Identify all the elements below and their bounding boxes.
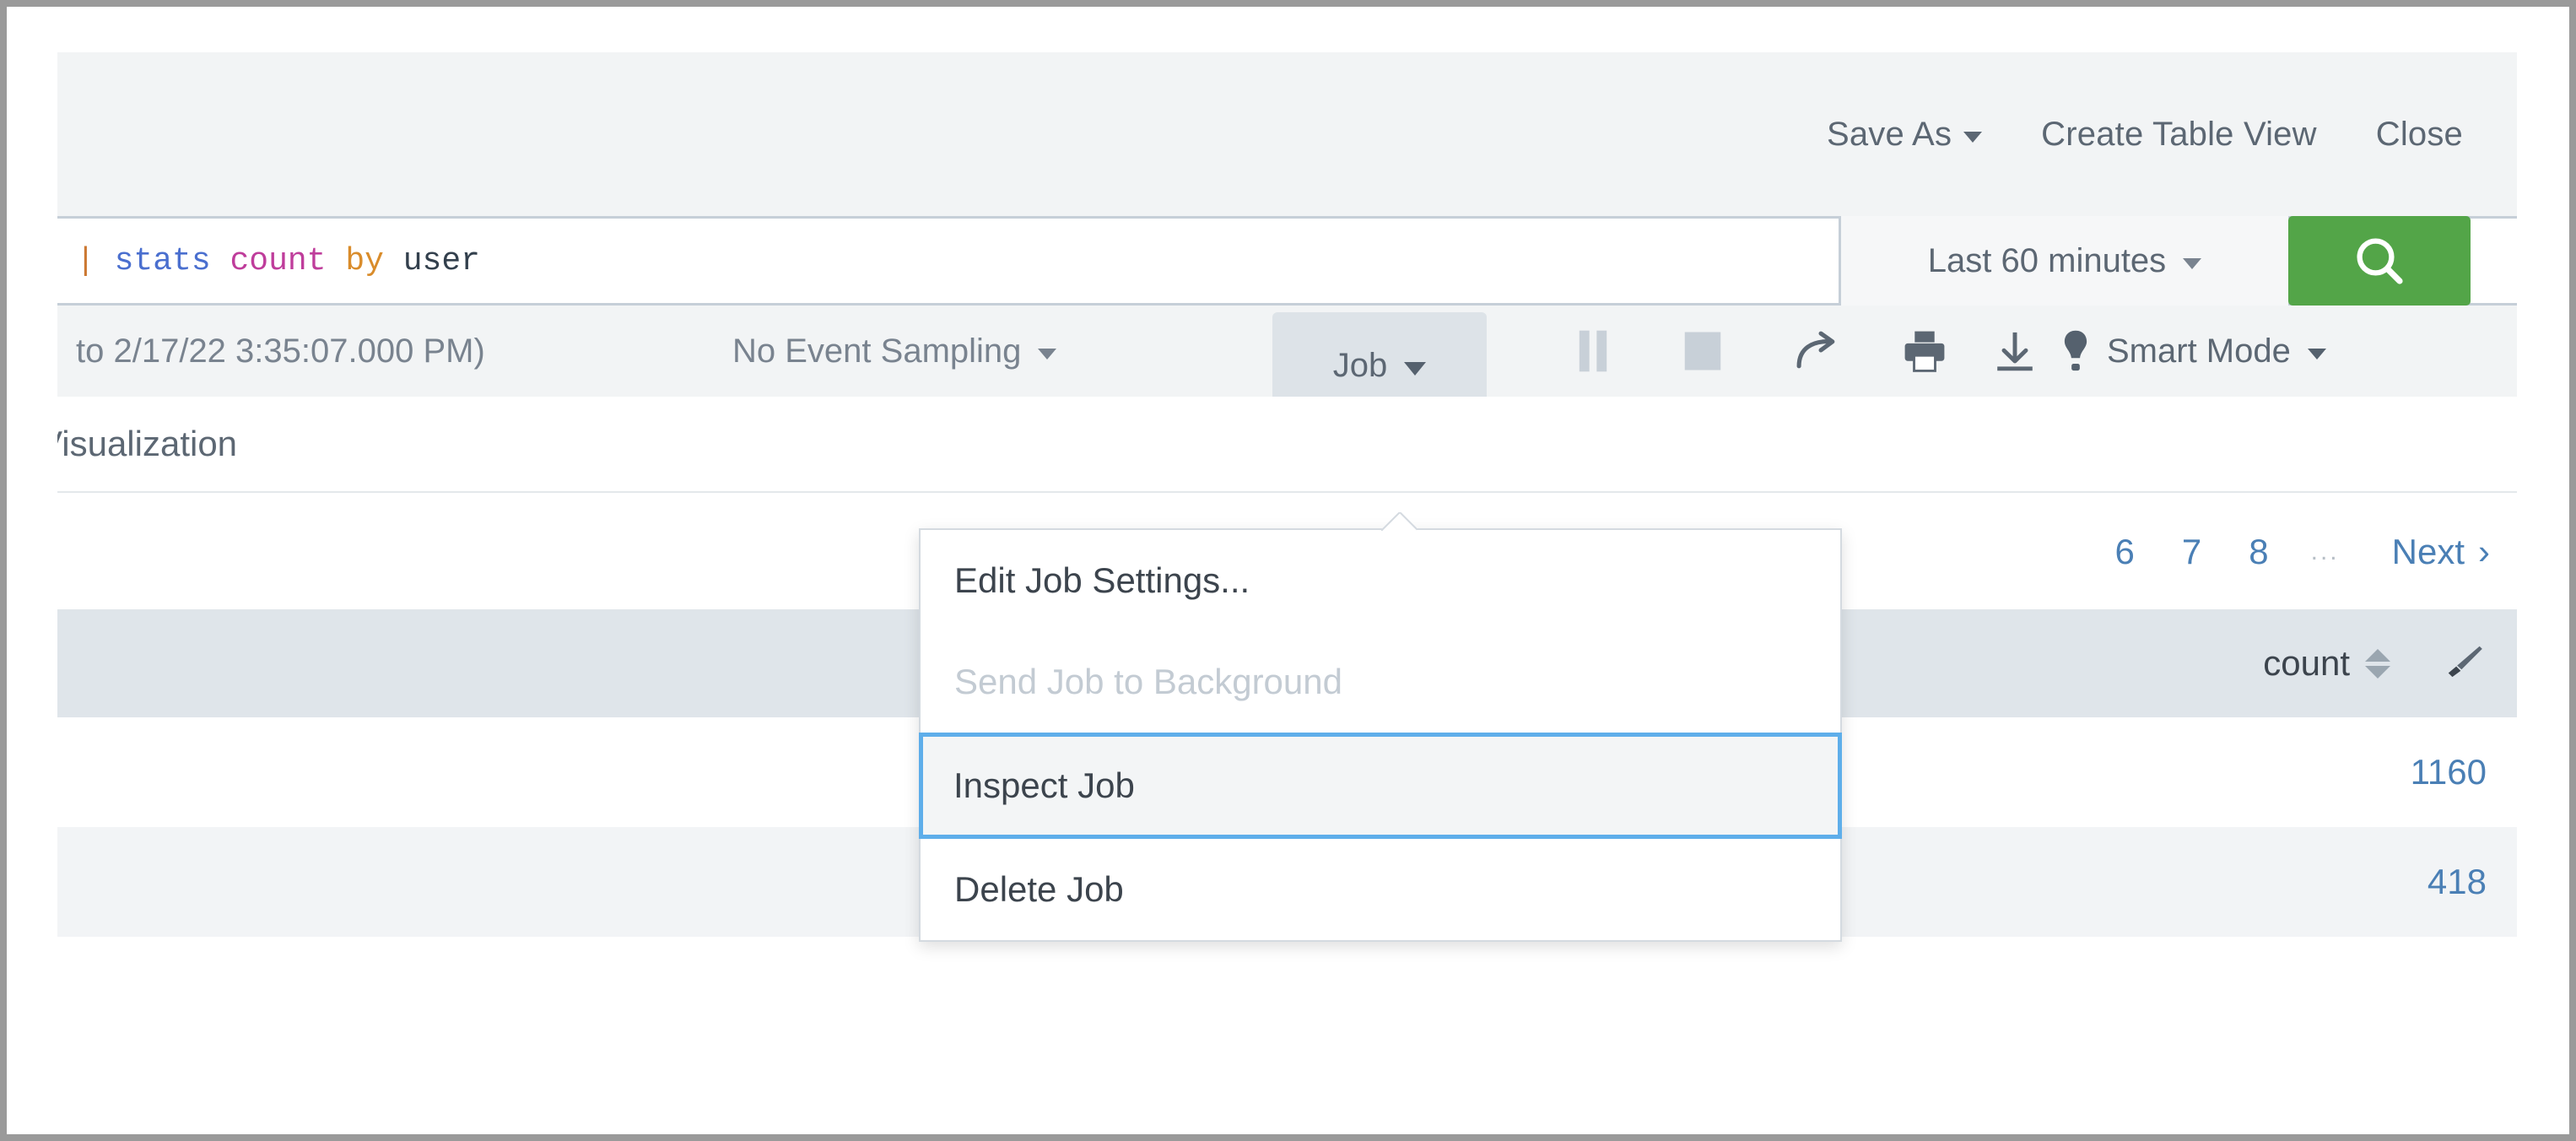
menu-item-send-job-to-background: Send Job to Background <box>921 631 1840 733</box>
search-bar-row: | stats count by user Last 60 minutes <box>57 216 2517 306</box>
chevron-down-icon <box>1038 348 1057 360</box>
query-space-3 <box>327 243 346 279</box>
cell-count[interactable]: 1160 <box>2411 752 2487 792</box>
print-button[interactable] <box>1887 306 1963 397</box>
sort-descending-icon <box>2365 665 2390 679</box>
tab-visualization[interactable]: Visualization <box>57 397 237 491</box>
menu-item-delete-job[interactable]: Delete Job <box>921 839 1840 940</box>
search-query-input[interactable]: | stats count by user <box>57 219 1839 303</box>
menu-item-label: Inspect Job <box>953 765 1135 805</box>
create-table-view-button[interactable]: Create Table View <box>2041 116 2317 154</box>
menu-item-label: Edit Job Settings... <box>954 560 1250 600</box>
query-space-1 <box>95 243 115 279</box>
query-space-4 <box>384 243 403 279</box>
screenshot-frame: Save As Create Table View Close | stats … <box>0 0 2576 1141</box>
chevron-down-icon <box>1404 361 1427 376</box>
paintbrush-icon[interactable] <box>2443 641 2487 685</box>
job-button-label: Job <box>1332 346 1388 384</box>
create-table-view-label: Create Table View <box>2041 115 2317 153</box>
tab-visualization-label: Visualization <box>57 424 238 463</box>
sort-ascending-icon <box>2365 648 2390 662</box>
share-button[interactable] <box>1780 306 1856 397</box>
menu-item-edit-job-settings[interactable]: Edit Job Settings... <box>921 530 1840 631</box>
next-page-button[interactable]: Next › <box>2358 532 2495 572</box>
search-time-range-text: to 2/17/22 3:35:07.000 PM) <box>76 332 485 370</box>
menu-item-label: Send Job to Background <box>954 662 1342 701</box>
query-token-stats: stats <box>114 242 211 279</box>
query-space-2 <box>211 243 230 279</box>
chevron-down-icon <box>2307 348 2326 360</box>
pagination-ellipsis: ... <box>2310 538 2340 565</box>
pause-search-button[interactable] <box>1555 306 1631 397</box>
page-7[interactable]: 7 <box>2158 532 2225 572</box>
save-as-label: Save As <box>1826 115 1952 153</box>
lightbulb-icon <box>2064 330 2087 371</box>
query-token-by: by <box>345 242 384 279</box>
download-icon <box>1997 332 2033 371</box>
page-8[interactable]: 8 <box>2225 532 2292 572</box>
results-tabs-row: Visualization <box>57 397 2517 491</box>
query-token-pipe: | <box>76 242 95 279</box>
event-sampling-label: No Event Sampling <box>732 332 1022 370</box>
menu-item-label: Delete Job <box>954 869 1124 909</box>
menu-item-inspect-job[interactable]: Inspect Job <box>919 733 1842 839</box>
column-header-count-label: count <box>2263 643 2350 683</box>
sort-icon[interactable] <box>2365 648 2390 679</box>
stop-icon <box>1684 332 1721 370</box>
column-header-count[interactable]: count <box>2263 643 2390 684</box>
query-token-user: user <box>402 242 480 279</box>
search-mode-dropdown[interactable]: Smart Mode <box>2061 306 2326 397</box>
stop-search-button[interactable] <box>1665 306 1741 397</box>
time-range-picker[interactable]: Last 60 minutes <box>1839 216 2288 306</box>
search-toolbar: to 2/17/22 3:35:07.000 PM) No Event Samp… <box>57 306 2517 419</box>
close-label: Close <box>2375 115 2463 153</box>
save-as-button[interactable]: Save As <box>1826 115 1983 154</box>
page-6[interactable]: 6 <box>2092 532 2158 572</box>
chevron-down-icon <box>1963 131 1983 143</box>
chevron-right-icon: › <box>2478 532 2490 571</box>
chevron-down-icon <box>2183 257 2202 269</box>
next-page-label: Next <box>2391 532 2465 571</box>
time-range-label: Last 60 minutes <box>1927 241 2167 279</box>
cell-count[interactable]: 418 <box>2427 862 2487 902</box>
close-button[interactable]: Close <box>2376 116 2463 154</box>
header-actions: Save As Create Table View Close <box>1827 52 2463 216</box>
event-sampling-dropdown[interactable]: No Event Sampling <box>732 306 1057 397</box>
search-mode-label: Smart Mode <box>2107 332 2291 370</box>
magnifier-icon <box>2357 238 2403 284</box>
print-icon <box>1904 331 1945 372</box>
app-header-bar: Save As Create Table View Close <box>57 52 2517 216</box>
query-token-count: count <box>230 242 327 279</box>
pagination: 6 7 8 ... Next › <box>2092 493 2495 611</box>
share-icon <box>1796 331 1835 369</box>
download-button[interactable] <box>1977 306 2053 397</box>
pause-icon <box>1579 330 1607 372</box>
app-page: Save As Create Table View Close | stats … <box>57 52 2517 1117</box>
run-search-button[interactable] <box>2288 216 2471 306</box>
popup-pointer <box>1381 512 1417 531</box>
job-dropdown-menu: Edit Job Settings... Send Job to Backgro… <box>919 528 1842 942</box>
